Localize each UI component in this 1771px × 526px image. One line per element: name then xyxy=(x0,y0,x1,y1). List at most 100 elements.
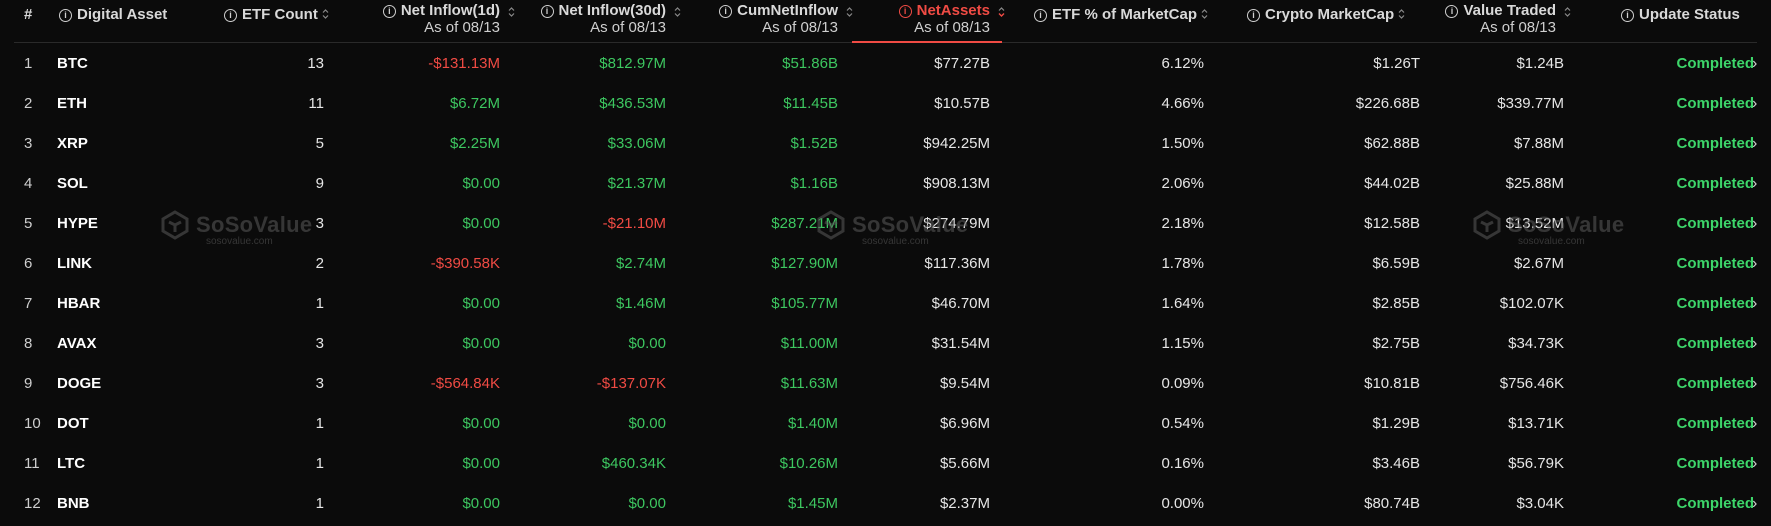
chevron-right-icon[interactable]: › xyxy=(1752,44,1764,84)
info-icon[interactable]: i xyxy=(719,5,733,18)
net-inflow-30d: $1.46M xyxy=(615,295,666,312)
net-assets: $10.57B xyxy=(934,95,990,112)
info-icon[interactable]: i xyxy=(1621,9,1634,22)
net-inflow-1d: -$131.13M xyxy=(428,55,500,72)
info-icon[interactable]: i xyxy=(224,9,237,22)
chevron-right-icon[interactable]: › xyxy=(1752,324,1764,364)
chevron-right-icon[interactable]: › xyxy=(1752,284,1764,324)
etf-pct-mcap: 6.12% xyxy=(1161,55,1204,72)
header-net-inflow-1d[interactable]: i Net Inflow(1d) As of 08/13 xyxy=(360,0,515,42)
cum-net-inflow: $11.63M xyxy=(780,375,838,392)
table-header: # i Digital Asset i ETF Count i Net Inflow(… xyxy=(14,0,1757,43)
header-cum-net-inflow[interactable]: i CumNetInflow As of 08/13 xyxy=(702,0,853,42)
crypto-mcap: $1.29B xyxy=(1372,415,1420,432)
asset-symbol[interactable]: HBAR xyxy=(57,284,177,324)
net-assets: $942.25M xyxy=(923,135,990,152)
update-status: Completed xyxy=(1676,255,1754,272)
sort-icon[interactable] xyxy=(1201,8,1208,20)
crypto-mcap: $1.26T xyxy=(1373,55,1420,72)
etf-count: 3 xyxy=(315,335,324,352)
etf-pct-mcap: 1.15% xyxy=(1161,335,1204,352)
cum-net-inflow: $1.52B xyxy=(790,135,838,152)
asset-symbol[interactable]: ETH xyxy=(57,84,177,124)
chevron-right-icon[interactable]: › xyxy=(1752,84,1764,124)
net-inflow-1d: $0.00 xyxy=(462,495,500,512)
chevron-right-icon[interactable]: › xyxy=(1752,244,1764,284)
chevron-right-icon[interactable]: › xyxy=(1752,484,1764,524)
etf-pct-mcap: 2.18% xyxy=(1161,215,1204,232)
value-traded: $13.71K xyxy=(1508,415,1564,432)
chevron-right-icon[interactable]: › xyxy=(1752,444,1764,484)
crypto-mcap: $12.58B xyxy=(1364,215,1420,232)
asset-symbol[interactable]: AVAX xyxy=(57,324,177,364)
info-icon[interactable]: i xyxy=(1247,9,1260,22)
info-icon[interactable]: i xyxy=(1445,5,1459,18)
sort-icon[interactable] xyxy=(674,6,681,18)
sort-icon[interactable] xyxy=(1398,8,1405,20)
asset-symbol[interactable]: DOT xyxy=(57,404,177,444)
net-assets: $2.37M xyxy=(939,495,990,512)
info-icon[interactable]: i xyxy=(59,9,72,22)
etf-count: 13 xyxy=(307,55,324,72)
info-icon[interactable]: i xyxy=(898,5,912,18)
etf-count: 1 xyxy=(315,295,324,312)
asset-symbol[interactable]: BNB xyxy=(57,484,177,524)
asset-symbol[interactable]: HYPE xyxy=(57,204,177,244)
crypto-mcap: $226.68B xyxy=(1355,95,1420,112)
table-row[interactable]: 4 SOL 9 $0.00 $21.37M $1.16B $908.13M 2.06% $44.… xyxy=(14,164,1757,204)
net-inflow-30d: $812.97M xyxy=(599,55,666,72)
table-row[interactable]: 2 ETH 11 $6.72M $436.53M $11.45B $10.57B 4.66% $… xyxy=(14,84,1757,124)
net-assets: $5.66M xyxy=(939,455,990,472)
chevron-right-icon[interactable]: › xyxy=(1752,164,1764,204)
update-status: Completed xyxy=(1676,335,1754,352)
net-inflow-1d: $6.72M xyxy=(449,95,500,112)
watermark: SoSoValue sosovalue.com xyxy=(160,210,312,247)
row-index: 12 xyxy=(24,495,41,512)
table-row[interactable]: 10 DOT 1 $0.00 $0.00 $1.40M $6.96M 0.54% $1.29B $… xyxy=(14,404,1757,444)
update-status: Completed xyxy=(1676,415,1754,432)
table-row[interactable]: 11 LTC 1 $0.00 $460.34K $10.26M $5.66M 0.16% $3.… xyxy=(14,444,1757,484)
net-inflow-30d: $436.53M xyxy=(599,95,666,112)
asset-symbol[interactable]: LINK xyxy=(57,244,177,284)
value-traded: $1.24B xyxy=(1516,55,1564,72)
chevron-right-icon[interactable]: › xyxy=(1752,364,1764,404)
value-traded: $3.04K xyxy=(1516,495,1564,512)
table-row[interactable]: 7 HBAR 1 $0.00 $1.46M $105.77M $46.70M 1.64% $2.… xyxy=(14,284,1757,324)
etf-count: 1 xyxy=(315,495,324,512)
sort-icon[interactable] xyxy=(508,6,515,18)
header-net-inflow-30d[interactable]: i Net Inflow(30d) As of 08/13 xyxy=(522,0,681,42)
header-value-traded[interactable]: i Value Traded As of 08/13 xyxy=(1438,0,1571,42)
value-traded: $7.88M xyxy=(1513,135,1564,152)
chevron-right-icon[interactable]: › xyxy=(1752,404,1764,444)
sort-desc-icon[interactable] xyxy=(998,6,1005,18)
sort-icon[interactable] xyxy=(322,8,329,20)
info-icon[interactable]: i xyxy=(1034,9,1047,22)
crypto-mcap: $3.46B xyxy=(1372,455,1420,472)
asset-symbol[interactable]: BTC xyxy=(57,44,177,84)
sort-icon[interactable] xyxy=(1564,6,1571,18)
chevron-right-icon[interactable]: › xyxy=(1752,124,1764,164)
table-row[interactable]: 12 BNB 1 $0.00 $0.00 $1.45M $2.37M 0.00% $80.74B… xyxy=(14,484,1757,524)
update-status: Completed xyxy=(1676,95,1754,112)
table-row[interactable]: 6 LINK 2 -$390.58K $2.74M $127.90M $117.36M 1.7… xyxy=(14,244,1757,284)
chevron-right-icon[interactable]: › xyxy=(1752,204,1764,244)
row-index: 3 xyxy=(24,135,33,152)
sort-icon[interactable] xyxy=(846,6,853,18)
net-assets: $46.70M xyxy=(931,295,990,312)
update-status: Completed xyxy=(1676,455,1754,472)
asset-symbol[interactable]: XRP xyxy=(57,124,177,164)
info-icon[interactable]: i xyxy=(540,5,554,18)
etf-pct-mcap: 0.16% xyxy=(1161,455,1204,472)
asset-symbol[interactable]: SOL xyxy=(57,164,177,204)
table-row[interactable]: 9 DOGE 3 -$564.84K -$137.07K $11.63M $9.54M 0.0… xyxy=(14,364,1757,404)
row-index: 5 xyxy=(24,215,33,232)
asset-symbol[interactable]: LTC xyxy=(57,444,177,484)
info-icon[interactable]: i xyxy=(382,5,396,18)
table-row[interactable]: 3 XRP 5 $2.25M $33.06M $1.52B $942.25M 1.50% $62… xyxy=(14,124,1757,164)
table-row[interactable]: 8 AVAX 3 $0.00 $0.00 $11.00M $31.54M 1.15% $2.75… xyxy=(14,324,1757,364)
net-inflow-30d: $21.37M xyxy=(607,175,666,192)
table-row[interactable]: 1 BTC 13 -$131.13M $812.97M $51.86B $77.27B 6.1… xyxy=(14,44,1757,84)
asset-symbol[interactable]: DOGE xyxy=(57,364,177,404)
header-net-assets[interactable]: i NetAssets As of 08/13 xyxy=(874,0,1005,42)
etf-count: 9 xyxy=(315,175,324,192)
